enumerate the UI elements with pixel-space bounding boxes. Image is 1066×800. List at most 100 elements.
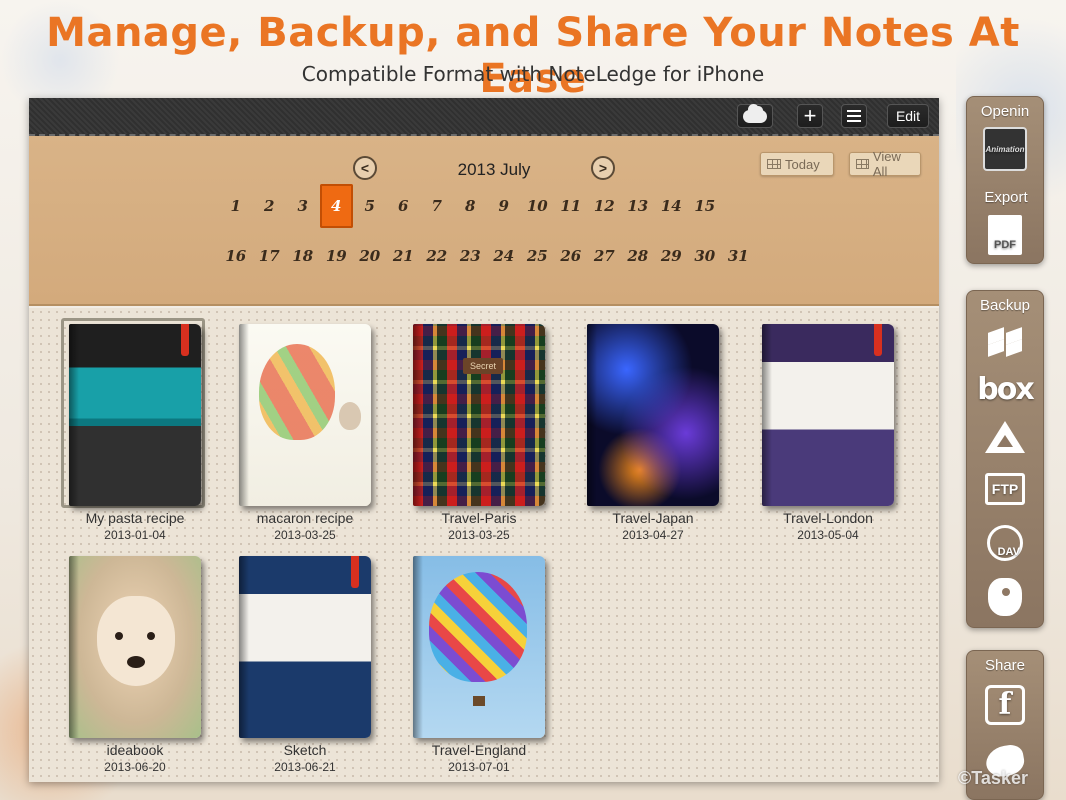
backup-panel: Backup box FTP DAV	[966, 290, 1044, 628]
calendar-panel: < 2013 July > Today View All 1 2 3 4 5 6 7 8 9 10…	[29, 136, 939, 306]
notebook-item[interactable]: Travel-Japan 2013-04-27	[583, 324, 723, 542]
list-icon	[847, 110, 861, 122]
notebook-title: Travel-England	[431, 742, 527, 758]
calendar-day[interactable]: 19	[320, 234, 354, 278]
notebook-item[interactable]: ideabook 2013-06-20	[65, 556, 205, 774]
notebook-date: 2013-01-04	[104, 528, 166, 542]
dropbox-icon	[986, 326, 1024, 357]
notebook-date: 2013-05-04	[797, 528, 859, 542]
notebook-cover	[587, 324, 719, 506]
prev-month-button[interactable]: <	[353, 156, 377, 180]
notebook-cover	[413, 556, 545, 738]
watermark: ©Tasker	[958, 768, 1028, 788]
bookmark-ribbon	[874, 324, 882, 356]
calendar-day-selected[interactable]: 4	[319, 184, 353, 228]
google-drive-icon	[985, 421, 1025, 453]
animation-app-icon: Animation	[983, 127, 1027, 171]
hot-air-balloon-image	[429, 572, 527, 682]
subheadline: Compatible Format with NoteLedge for iPh…	[301, 62, 765, 86]
today-button[interactable]: Today	[760, 152, 834, 176]
notebook-title: Travel-Paris	[441, 510, 517, 526]
notebook-item[interactable]: Travel-England 2013-07-01	[409, 556, 549, 774]
calendar-day[interactable]: 7	[420, 184, 454, 228]
evernote-button[interactable]	[981, 575, 1029, 619]
calendar-day[interactable]: 20	[353, 234, 387, 278]
box-icon: box	[977, 371, 1034, 407]
next-month-button[interactable]: >	[591, 156, 615, 180]
cloud-button[interactable]	[737, 103, 773, 128]
google-drive-button[interactable]	[981, 415, 1029, 459]
view-all-label: View All	[872, 149, 901, 179]
notebook-title: My pasta recipe	[85, 510, 185, 526]
notebook-cover	[239, 324, 371, 506]
calendar-day[interactable]: 1	[219, 184, 253, 228]
chevron-right-icon: >	[598, 160, 608, 176]
calendar-day[interactable]: 13	[621, 184, 655, 228]
notebook-title: Sketch	[283, 742, 327, 758]
ftp-button[interactable]: FTP	[981, 467, 1029, 511]
calendar-day[interactable]: 22	[420, 234, 454, 278]
notebook-item[interactable]: Travel-London 2013-05-04	[758, 324, 898, 542]
calendar-day[interactable]: 29	[655, 234, 689, 278]
calendar-day[interactable]: 30	[688, 234, 722, 278]
calendar-day[interactable]: 14	[655, 184, 689, 228]
webdav-button[interactable]: DAV	[981, 521, 1029, 565]
list-view-button[interactable]	[841, 104, 867, 128]
calendar-day[interactable]: 12	[588, 184, 622, 228]
notebook-item[interactable]: Secret Travel-Paris 2013-03-25	[409, 324, 549, 542]
balloon-basket	[473, 696, 485, 706]
facebook-button[interactable]: f	[981, 683, 1029, 727]
openin-export-panel: Openin Animation Export PDF	[966, 96, 1044, 264]
notebook-cover: Secret	[413, 324, 545, 506]
calendar-day[interactable]: 18	[286, 234, 320, 278]
bookmark-ribbon	[181, 324, 189, 356]
edit-button[interactable]: Edit	[887, 104, 929, 128]
notebook-title: macaron recipe	[256, 510, 354, 526]
add-notebook-button[interactable]: +	[797, 104, 823, 128]
calendar-day[interactable]: 15	[688, 184, 722, 228]
notebook-date: 2013-03-25	[448, 528, 510, 542]
calendar-day[interactable]: 3	[286, 184, 320, 228]
calendar-day[interactable]: 5	[353, 184, 387, 228]
notebook-cover	[69, 556, 201, 738]
notebook-date: 2013-07-01	[448, 760, 510, 774]
ftp-icon: FTP	[985, 473, 1025, 505]
notebook-item[interactable]: My pasta recipe 2013-01-04	[61, 318, 205, 542]
calendar-day[interactable]: 25	[521, 234, 555, 278]
calendar-day[interactable]: 6	[387, 184, 421, 228]
notebook-item[interactable]: macaron recipe 2013-03-25	[235, 324, 375, 542]
calendar-day[interactable]: 8	[454, 184, 488, 228]
share-label: Share	[984, 657, 1026, 674]
calendar-day[interactable]: 21	[387, 234, 421, 278]
calendar-day[interactable]: 9	[487, 184, 521, 228]
calendar-day[interactable]: 10	[521, 184, 555, 228]
backup-label: Backup	[979, 297, 1031, 314]
calendar-day[interactable]: 2	[253, 184, 287, 228]
openin-button[interactable]: Animation	[981, 127, 1029, 171]
calendar-day[interactable]: 23	[454, 234, 488, 278]
chevron-left-icon: <	[360, 160, 370, 176]
calendar-day[interactable]: 31	[722, 234, 756, 278]
calendar-day[interactable]: 16	[219, 234, 253, 278]
notebook-date: 2013-03-25	[274, 528, 336, 542]
calendar-day[interactable]: 11	[554, 184, 588, 228]
notebook-shelf: My pasta recipe 2013-01-04 macaron recip…	[29, 308, 939, 782]
view-all-button[interactable]: View All	[849, 149, 921, 179]
calendar-day[interactable]: 24	[487, 234, 521, 278]
cloud-icon	[743, 103, 767, 123]
export-label: Export	[984, 189, 1028, 206]
dropbox-button[interactable]	[981, 319, 1029, 363]
puppy-image	[97, 596, 175, 686]
box-button[interactable]: box	[977, 367, 1034, 411]
calendar-day[interactable]: 26	[554, 234, 588, 278]
calendar-days-row-1: 1 2 3 4 5 6 7 8 9 10 11 12 13 14 15	[219, 184, 722, 228]
notebook-date: 2013-04-27	[622, 528, 684, 542]
secret-tag: Secret	[463, 358, 503, 374]
calendar-day[interactable]: 17	[253, 234, 287, 278]
notebook-item[interactable]: Sketch 2013-06-21	[235, 556, 375, 774]
headline: Manage, Backup, and Share Your Notes At …	[46, 10, 1020, 102]
calendar-day[interactable]: 27	[588, 234, 622, 278]
export-pdf-button[interactable]: PDF	[981, 213, 1029, 257]
hot-air-balloon-image	[259, 344, 335, 440]
calendar-day[interactable]: 28	[621, 234, 655, 278]
